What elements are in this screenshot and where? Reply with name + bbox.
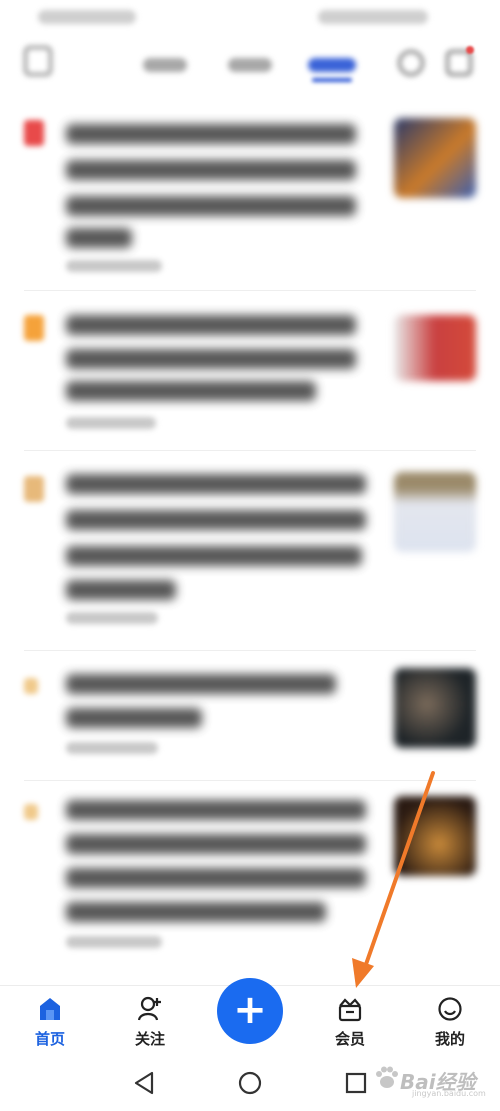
recents-square-icon[interactable]: [342, 1069, 370, 1097]
nav-home[interactable]: 首页: [10, 986, 90, 1056]
home-circle-icon[interactable]: [236, 1069, 264, 1097]
tab-2[interactable]: [228, 58, 272, 72]
tab-3-active[interactable]: [308, 58, 356, 72]
title-line: [66, 580, 176, 600]
thumbnail: [394, 472, 476, 552]
status-bar: [0, 0, 500, 34]
status-battery-info: [318, 10, 428, 24]
feed-item[interactable]: [0, 790, 500, 960]
feed-list: [0, 100, 500, 980]
smiley-face-icon: [438, 997, 462, 1021]
title-line: [66, 546, 362, 566]
rank-badge: [24, 678, 38, 694]
nav-mine[interactable]: 我的: [410, 986, 490, 1056]
divider: [24, 290, 476, 291]
nav-label-mine: 我的: [434, 1030, 465, 1048]
rank-badge: [24, 315, 44, 341]
status-carrier-info: [38, 10, 136, 24]
search-icon[interactable]: [398, 50, 424, 76]
rank-badge: [24, 120, 44, 146]
title-line: [66, 708, 202, 728]
divider: [24, 450, 476, 451]
title-line: [66, 196, 356, 216]
title-line: [66, 674, 336, 694]
nav-label-home: 首页: [34, 1030, 65, 1048]
baidu-watermark: Bai经验 jingyan.baidu.com: [372, 1062, 494, 1102]
title-line: [66, 902, 326, 922]
title-line: [66, 868, 366, 888]
tab-1[interactable]: [143, 58, 187, 72]
feed-item[interactable]: [0, 462, 500, 642]
meta-line: [66, 417, 156, 429]
title-line: [66, 510, 366, 530]
paw-icon: [376, 1066, 398, 1088]
title-line: [66, 124, 356, 144]
divider: [24, 650, 476, 651]
thumbnail: [394, 668, 476, 748]
meta-line: [66, 936, 162, 948]
sign-in-icon[interactable]: [24, 46, 52, 76]
nav-member[interactable]: 会员: [310, 986, 390, 1056]
title-line: [66, 834, 366, 854]
home-icon: [40, 998, 60, 1020]
thumbnail: [394, 118, 476, 198]
rank-badge: [24, 476, 44, 502]
nav-label-follow: 关注: [134, 1030, 165, 1048]
watermark-url: jingyan.baidu.com: [412, 1089, 486, 1098]
top-bar: [0, 34, 500, 94]
notification-dot: [466, 46, 474, 54]
title-line: [66, 315, 356, 335]
rank-badge: [24, 804, 38, 820]
back-triangle-icon[interactable]: [130, 1069, 158, 1097]
meta-line: [66, 260, 162, 272]
meta-line: [66, 612, 158, 624]
thumbnail: [394, 796, 476, 876]
meta-line: [66, 742, 158, 754]
title-line: [66, 474, 366, 494]
title-line: [66, 349, 356, 369]
feed-item[interactable]: [0, 664, 500, 784]
title-line: [66, 160, 356, 180]
follow-user-icon: [138, 996, 161, 1021]
thumbnail: [394, 315, 476, 381]
crown-bag-icon: [338, 998, 362, 1022]
divider: [24, 780, 476, 781]
feed-item[interactable]: [0, 305, 500, 450]
title-line: [66, 800, 366, 820]
title-line: [66, 228, 132, 248]
title-line: [66, 381, 316, 401]
nav-label-member: 会员: [334, 1030, 365, 1048]
tab-underline: [312, 78, 352, 82]
publish-fab-button[interactable]: +: [217, 978, 283, 1044]
feed-item[interactable]: [0, 110, 500, 275]
nav-follow[interactable]: 关注: [110, 986, 190, 1056]
